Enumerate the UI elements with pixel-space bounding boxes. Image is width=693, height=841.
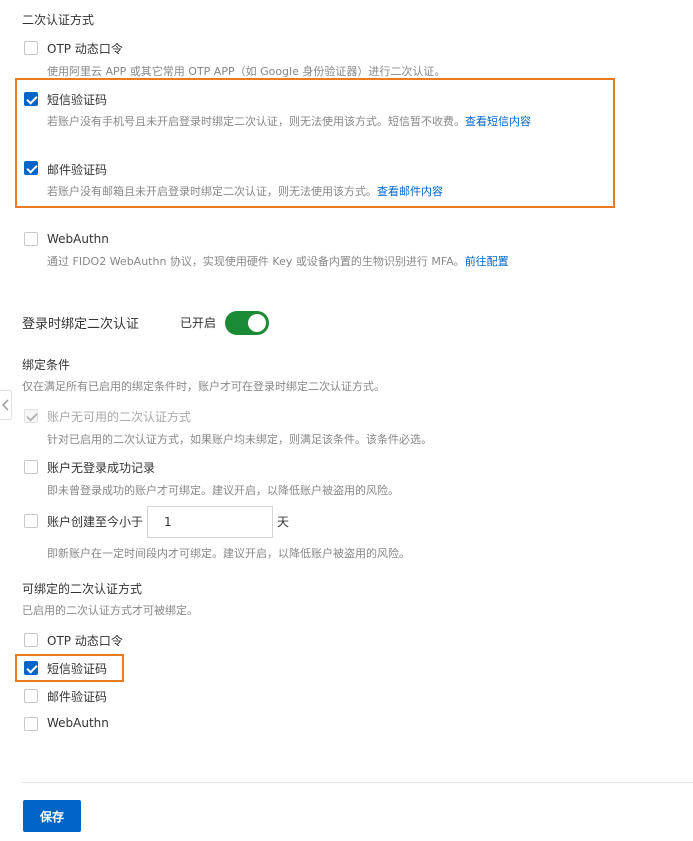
email-description-text: 若账户没有邮箱且未开启登录时绑定二次认证，则无法使用该方式。 <box>47 185 377 198</box>
bindable-otp-label: OTP 动态口令 <box>47 634 123 648</box>
no-login-record-description: 即未曾登录成功的账户才可绑定。建议开启，以降低账户被盗用的风险。 <box>47 484 399 497</box>
chevron-left-icon <box>2 399 9 411</box>
sidebar-collapse-handle[interactable] <box>0 390 12 420</box>
bindable-otp-checkbox[interactable] <box>24 633 38 647</box>
email-description: 若账户没有邮箱且未开启登录时绑定二次认证，则无法使用该方式。查看邮件内容 <box>47 183 443 199</box>
bind-on-login-toggle[interactable] <box>225 311 269 335</box>
account-age-unit: 天 <box>277 515 290 529</box>
bind-on-login-label: 登录时绑定二次认证 <box>22 317 140 332</box>
webauthn-checkbox[interactable] <box>24 232 38 246</box>
account-age-days-input[interactable] <box>147 506 273 538</box>
bindable-methods-title: 可绑定的二次认证方式 <box>22 582 143 596</box>
bindable-webauthn-label: WebAuthn <box>47 716 109 730</box>
sms-description: 若账户没有手机号且未开启登录时绑定二次认证，则无法使用该方式。短信暂不收费。查看… <box>47 113 531 129</box>
webauthn-description-text: 通过 FIDO2 WebAuthn 协议，实现使用硬件 Key 或设备内置的生物… <box>47 255 465 268</box>
account-age-checkbox[interactable] <box>24 514 38 528</box>
mfa-section-title: 二次认证方式 <box>22 13 95 27</box>
otp-description: 使用阿里云 APP 或其它常用 OTP APP（如 Google 身份验证器）进… <box>47 65 446 78</box>
save-button[interactable]: 保存 <box>23 800 81 832</box>
view-email-content-link[interactable]: 查看邮件内容 <box>377 185 443 198</box>
bindable-webauthn-checkbox[interactable] <box>24 717 38 731</box>
footer-divider <box>22 782 693 783</box>
account-age-description: 即新账户在一定时间段内才可绑定。建议开启，以降低账户被盗用的风险。 <box>47 547 410 560</box>
bind-conditions-title: 绑定条件 <box>22 358 71 372</box>
no-mfa-condition-description: 针对已启用的二次认证方式，如果账户均未绑定，则满足该条件。该条件必选。 <box>47 433 432 446</box>
email-checkbox[interactable] <box>24 161 38 175</box>
no-login-record-checkbox[interactable] <box>24 460 38 474</box>
otp-label: OTP 动态口令 <box>47 42 123 56</box>
bindable-sms-checkbox[interactable] <box>24 661 38 675</box>
webauthn-description: 通过 FIDO2 WebAuthn 协议，实现使用硬件 Key 或设备内置的生物… <box>47 253 509 269</box>
bindable-email-checkbox[interactable] <box>24 689 38 703</box>
no-mfa-condition-checkbox <box>24 409 38 423</box>
email-label: 邮件验证码 <box>47 163 108 177</box>
account-age-label: 账户创建至今小于 <box>47 515 144 529</box>
no-login-record-label: 账户无登录成功记录 <box>47 461 156 475</box>
bindable-email-label: 邮件验证码 <box>47 690 108 704</box>
bind-conditions-description: 仅在满足所有已启用的绑定条件时，账户才可在登录时绑定二次认证方式。 <box>22 380 385 393</box>
webauthn-configure-link[interactable]: 前往配置 <box>465 255 509 268</box>
bind-on-login-status: 已开启 <box>180 316 217 330</box>
no-mfa-condition-label: 账户无可用的二次认证方式 <box>47 410 192 424</box>
otp-checkbox[interactable] <box>24 41 38 55</box>
toggle-knob <box>248 314 266 332</box>
bindable-methods-description: 已启用的二次认证方式才可被绑定。 <box>22 604 198 617</box>
sms-label: 短信验证码 <box>47 93 108 107</box>
sms-description-text: 若账户没有手机号且未开启登录时绑定二次认证，则无法使用该方式。短信暂不收费。 <box>47 115 465 128</box>
sms-checkbox[interactable] <box>24 92 38 106</box>
bindable-sms-label: 短信验证码 <box>47 662 108 676</box>
view-sms-content-link[interactable]: 查看短信内容 <box>465 115 531 128</box>
webauthn-label: WebAuthn <box>47 232 109 246</box>
